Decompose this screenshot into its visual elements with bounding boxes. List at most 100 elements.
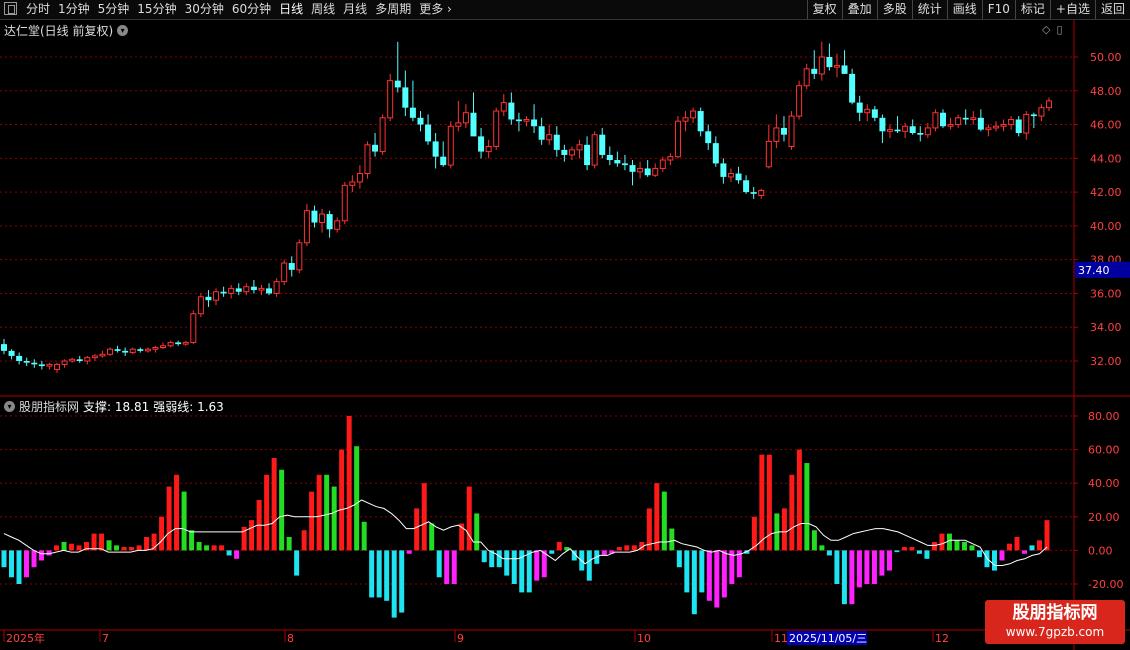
candle-body bbox=[644, 168, 651, 176]
candle-body bbox=[932, 112, 939, 129]
candle-body bbox=[349, 181, 356, 186]
candle-body bbox=[947, 124, 954, 127]
candle-body bbox=[682, 117, 689, 122]
candle-body bbox=[591, 134, 598, 166]
indicator-bar bbox=[496, 550, 502, 568]
indicator-tick-label: 0.00 bbox=[1088, 544, 1113, 557]
indicator-bar bbox=[114, 545, 120, 551]
candle-body bbox=[462, 112, 469, 124]
candle-body bbox=[690, 110, 697, 119]
candle-body bbox=[614, 160, 621, 164]
candle-body bbox=[122, 350, 129, 353]
candle-body bbox=[924, 127, 931, 136]
indicator-bar bbox=[166, 486, 172, 551]
indicator-bar bbox=[31, 550, 37, 568]
candle-body bbox=[1008, 118, 1015, 126]
candle-body bbox=[417, 117, 424, 125]
candle-body bbox=[803, 68, 810, 87]
candle-body bbox=[909, 126, 916, 133]
candle-body bbox=[46, 363, 53, 367]
candle-body bbox=[697, 111, 704, 132]
candle-body bbox=[341, 184, 348, 222]
candle-body bbox=[478, 136, 485, 152]
indicator-bar bbox=[204, 545, 210, 551]
candle-body bbox=[91, 355, 98, 359]
candle-body bbox=[833, 64, 840, 68]
stock-chart[interactable]: 50.0048.0046.0044.0042.0040.0038.0036.00… bbox=[0, 0, 1130, 650]
candle-body bbox=[266, 288, 273, 294]
indicator-bar bbox=[369, 550, 375, 598]
indicator-bar bbox=[886, 550, 892, 571]
candle-body bbox=[432, 141, 439, 157]
candle-body bbox=[409, 107, 416, 118]
candle-body bbox=[674, 120, 681, 158]
indicator-bar bbox=[331, 486, 337, 551]
candle-body bbox=[205, 296, 212, 301]
candle-body bbox=[879, 117, 886, 132]
candle-body bbox=[197, 296, 204, 315]
indicator-bar bbox=[504, 550, 510, 576]
indicator-bar bbox=[879, 550, 885, 576]
indicator-bar bbox=[1, 550, 7, 568]
candle-body bbox=[107, 348, 114, 355]
candle-body bbox=[175, 342, 182, 345]
indicator-bar bbox=[69, 543, 75, 551]
indicator-bar bbox=[534, 550, 540, 581]
current-price-label: 37.40 bbox=[1078, 264, 1110, 277]
candle-body bbox=[765, 140, 772, 168]
candle-body bbox=[546, 134, 553, 141]
candle-body bbox=[902, 125, 909, 132]
candle-body bbox=[447, 125, 454, 166]
candle-body bbox=[220, 291, 227, 294]
candle-body bbox=[114, 349, 121, 351]
price-tick-label: 42.00 bbox=[1090, 186, 1122, 199]
candle-body bbox=[1, 344, 7, 351]
candle-body bbox=[364, 144, 371, 175]
candle-body bbox=[84, 357, 91, 362]
date-label: 7 bbox=[102, 632, 109, 645]
indicator-bar bbox=[361, 521, 367, 551]
indicator-bar bbox=[91, 533, 97, 551]
candle-body bbox=[985, 127, 992, 131]
indicator-bar bbox=[1036, 540, 1042, 551]
indicator-bar bbox=[586, 550, 592, 581]
candle-body bbox=[1046, 100, 1052, 109]
candle-body bbox=[606, 154, 613, 161]
indicator-bar bbox=[676, 550, 682, 568]
indicator-bar bbox=[226, 550, 232, 556]
price-tick-label: 34.00 bbox=[1090, 321, 1122, 334]
indicator-bar bbox=[781, 508, 787, 551]
indicator-bar bbox=[39, 550, 45, 561]
candle-body bbox=[1000, 124, 1007, 127]
candle-body bbox=[841, 65, 848, 74]
indicator-bar bbox=[429, 523, 435, 551]
indicator-bar bbox=[481, 550, 487, 563]
indicator-bar bbox=[684, 550, 690, 593]
indicator-bar bbox=[946, 533, 952, 551]
candle-body bbox=[788, 115, 795, 148]
indicator-bar bbox=[466, 486, 472, 551]
indicator-bar bbox=[819, 545, 825, 551]
candle-body bbox=[356, 173, 363, 183]
candle-body bbox=[962, 117, 969, 120]
candle-body bbox=[720, 163, 727, 177]
indicator-bar bbox=[144, 536, 150, 551]
candle-body bbox=[129, 348, 136, 354]
indicator-bar bbox=[309, 491, 315, 551]
date-label: 12 bbox=[935, 632, 949, 645]
candle-body bbox=[515, 119, 522, 122]
indicator-bar bbox=[931, 542, 937, 551]
candle-body bbox=[440, 156, 447, 166]
indicator-bar bbox=[129, 547, 135, 551]
indicator-bar bbox=[451, 550, 457, 584]
candle-body bbox=[303, 210, 310, 244]
candle-body bbox=[1030, 114, 1037, 117]
candle-body bbox=[621, 163, 628, 166]
watermark-logo: 股朋指标网 www.7gpzb.com bbox=[985, 600, 1125, 644]
candle-body bbox=[568, 149, 575, 156]
indicator-tick-label: 20.00 bbox=[1088, 511, 1120, 524]
candle-body bbox=[213, 291, 220, 301]
indicator-bar bbox=[1006, 543, 1012, 551]
indicator-bar bbox=[624, 545, 630, 551]
indicator-bar bbox=[414, 508, 420, 551]
